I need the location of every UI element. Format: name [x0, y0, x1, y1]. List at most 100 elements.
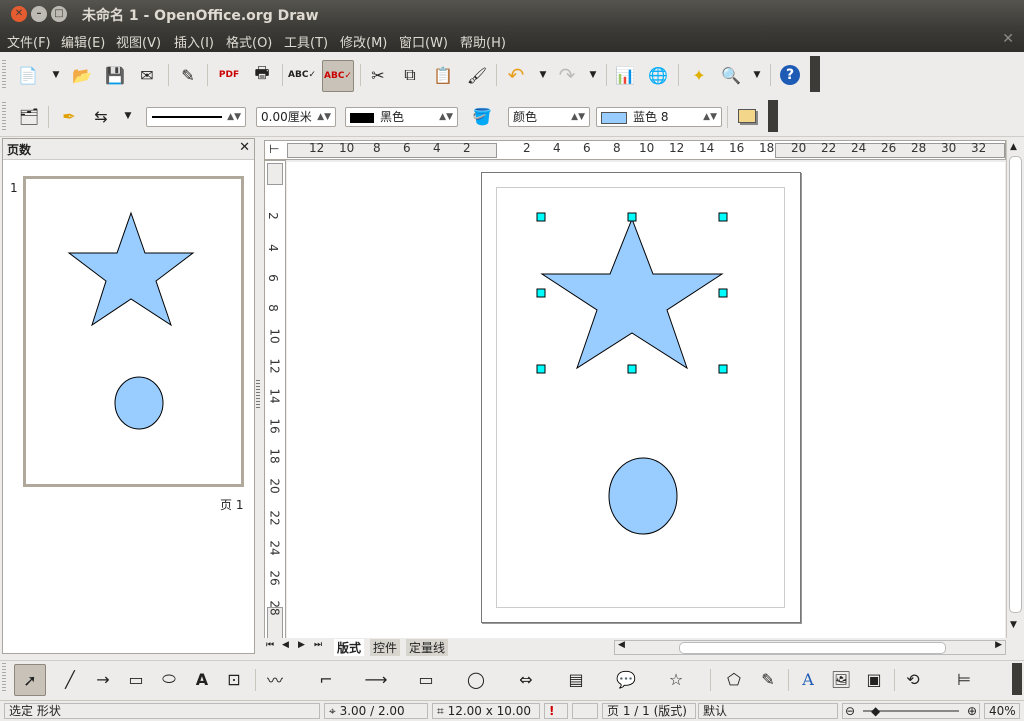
- zoom-dropdown-icon[interactable]: ▼: [745, 63, 769, 87]
- close-pane-icon[interactable]: ✕: [239, 140, 250, 155]
- scroll-down-icon[interactable]: ▼: [1010, 620, 1017, 630]
- cut-icon[interactable]: ✂: [366, 63, 390, 87]
- star-shape[interactable]: [540, 217, 724, 370]
- maximize-window-button[interactable]: □: [51, 6, 67, 22]
- copy-icon[interactable]: ⧉: [398, 63, 422, 87]
- line-arrow-tool-icon[interactable]: →: [91, 667, 115, 691]
- undo-dropdown-icon[interactable]: ▼: [531, 63, 555, 87]
- line-width-input[interactable]: 0.00厘米 ▲▼: [256, 107, 336, 127]
- menu-format[interactable]: 格式(O): [226, 32, 272, 51]
- auto-spellcheck-icon[interactable]: ABC✓: [322, 60, 354, 92]
- gluepoints-icon[interactable]: ✎: [756, 667, 780, 691]
- menu-insert[interactable]: 插入(I): [174, 32, 214, 51]
- menu-file[interactable]: 文件(F): [7, 32, 51, 51]
- selection-handle[interactable]: [627, 212, 637, 222]
- undo-icon[interactable]: ↶: [504, 63, 528, 87]
- vertical-text-icon[interactable]: ⊡: [222, 667, 246, 691]
- flowchart-icon[interactable]: ▤: [564, 667, 588, 691]
- text-tool-icon[interactable]: A: [190, 667, 214, 691]
- tab-controls[interactable]: 控件: [370, 639, 401, 656]
- status-zoom[interactable]: 40%: [984, 703, 1020, 719]
- toolbar-grip[interactable]: [2, 102, 6, 132]
- arrow-style-icon[interactable]: ⇆: [89, 104, 113, 128]
- first-tab-icon[interactable]: ⏮: [266, 640, 274, 650]
- tab-dimension-lines[interactable]: 定量线: [406, 639, 449, 656]
- selection-handle[interactable]: [536, 364, 546, 374]
- spellcheck-icon[interactable]: ABC✓: [288, 63, 316, 87]
- vertical-scrollbar[interactable]: ▲ ▼: [1006, 140, 1023, 638]
- zoom-icon[interactable]: 🔍: [719, 63, 743, 87]
- alignment-icon[interactable]: ⊨: [952, 667, 976, 691]
- menu-window[interactable]: 窗口(W): [399, 32, 448, 51]
- select-pointer-icon[interactable]: ➚: [14, 664, 46, 696]
- new-dropdown-icon[interactable]: ▼: [44, 63, 68, 87]
- close-window-button[interactable]: ✕: [11, 6, 27, 22]
- menu-modify[interactable]: 修改(M): [340, 32, 387, 51]
- close-document-icon[interactable]: ✕: [1002, 31, 1014, 47]
- tab-layout[interactable]: 版式: [334, 639, 365, 656]
- new-document-icon[interactable]: 📄: [16, 63, 40, 87]
- next-tab-icon[interactable]: ▶: [298, 640, 305, 650]
- selection-handle[interactable]: [536, 212, 546, 222]
- drawing-canvas[interactable]: [287, 162, 1005, 638]
- prev-tab-icon[interactable]: ◀: [282, 640, 289, 650]
- scroll-left-icon[interactable]: ◀: [618, 640, 625, 650]
- points-icon[interactable]: ⬠: [722, 667, 746, 691]
- email-icon[interactable]: ✉: [135, 63, 159, 87]
- redo-icon[interactable]: ↷: [555, 63, 579, 87]
- fill-type-select[interactable]: 颜色 ▲▼: [508, 107, 590, 127]
- redo-dropdown-icon[interactable]: ▼: [581, 63, 605, 87]
- line-icon[interactable]: ✒: [57, 104, 81, 128]
- toolbar-overflow-handle[interactable]: [1012, 663, 1022, 695]
- zoom-slider-thumb[interactable]: ◆: [871, 704, 880, 718]
- selection-handle[interactable]: [627, 364, 637, 374]
- circles-tool-icon[interactable]: ◯: [464, 667, 488, 691]
- area-fill-icon[interactable]: 🪣: [470, 104, 494, 128]
- tab-stop-icon[interactable]: ⊢: [269, 142, 279, 156]
- horizontal-scrollbar[interactable]: ◀ ▶: [614, 640, 1006, 655]
- toolbar-grip[interactable]: [2, 60, 6, 90]
- selection-handle[interactable]: [718, 212, 728, 222]
- scroll-up-icon[interactable]: ▲: [1010, 142, 1017, 152]
- toolbar-overflow-handle[interactable]: [810, 56, 820, 92]
- fill-color-select[interactable]: 蓝色 8 ▲▼: [596, 107, 722, 127]
- menu-help[interactable]: 帮助(H): [460, 32, 506, 51]
- zoom-out-icon[interactable]: ⊖: [845, 704, 855, 718]
- menu-edit[interactable]: 编辑(E): [61, 32, 105, 51]
- insert-image-icon[interactable]: 🖼: [829, 667, 853, 691]
- arrow-style-dropdown-icon[interactable]: ▼: [116, 104, 140, 128]
- selection-handle[interactable]: [718, 288, 728, 298]
- save-icon[interactable]: 💾: [103, 63, 127, 87]
- insert-chart-icon[interactable]: 📊: [613, 63, 637, 87]
- minimize-window-button[interactable]: –: [31, 6, 47, 22]
- line-tool-icon[interactable]: ╱: [58, 667, 82, 691]
- effects-icon[interactable]: ⟲: [901, 667, 925, 691]
- ellipse-tool-icon[interactable]: ⬭: [157, 667, 181, 691]
- rectangles-tool-icon[interactable]: ▭: [414, 667, 438, 691]
- shadow-icon[interactable]: [735, 104, 759, 128]
- toolbar-grip[interactable]: [2, 663, 6, 693]
- gluepoints-icon[interactable]: ✦: [687, 63, 711, 87]
- rectangle-tool-icon[interactable]: ▭: [124, 667, 148, 691]
- pane-splitter[interactable]: [256, 380, 260, 410]
- menu-view[interactable]: 视图(V): [116, 32, 161, 51]
- paste-icon[interactable]: 📋: [431, 63, 455, 87]
- toolbar-overflow-handle[interactable]: [768, 100, 778, 132]
- stars-icon[interactable]: ☆: [664, 667, 688, 691]
- edit-file-icon[interactable]: ✎: [176, 63, 200, 87]
- zoom-slider[interactable]: ⊖ ◆ ⊕: [842, 703, 980, 719]
- zoom-in-icon[interactable]: ⊕: [967, 704, 977, 718]
- open-icon[interactable]: 📂: [70, 63, 94, 87]
- print-icon[interactable]: 🖶: [250, 63, 274, 87]
- styles-formatting-icon[interactable]: 🗂: [17, 104, 41, 128]
- help-icon[interactable]: ?: [778, 63, 802, 87]
- selection-handle[interactable]: [718, 364, 728, 374]
- curve-tool-icon[interactable]: 〰: [263, 667, 287, 691]
- horizontal-scroll-thumb[interactable]: [679, 642, 946, 654]
- connector-tool-icon[interactable]: ⌐: [314, 667, 338, 691]
- export-pdf-icon[interactable]: PDF: [217, 63, 241, 87]
- ellipse-shape[interactable]: [608, 457, 678, 535]
- menu-tools[interactable]: 工具(T): [284, 32, 328, 51]
- last-tab-icon[interactable]: ⏭: [314, 640, 322, 650]
- hyperlink-icon[interactable]: 🌐: [646, 63, 670, 87]
